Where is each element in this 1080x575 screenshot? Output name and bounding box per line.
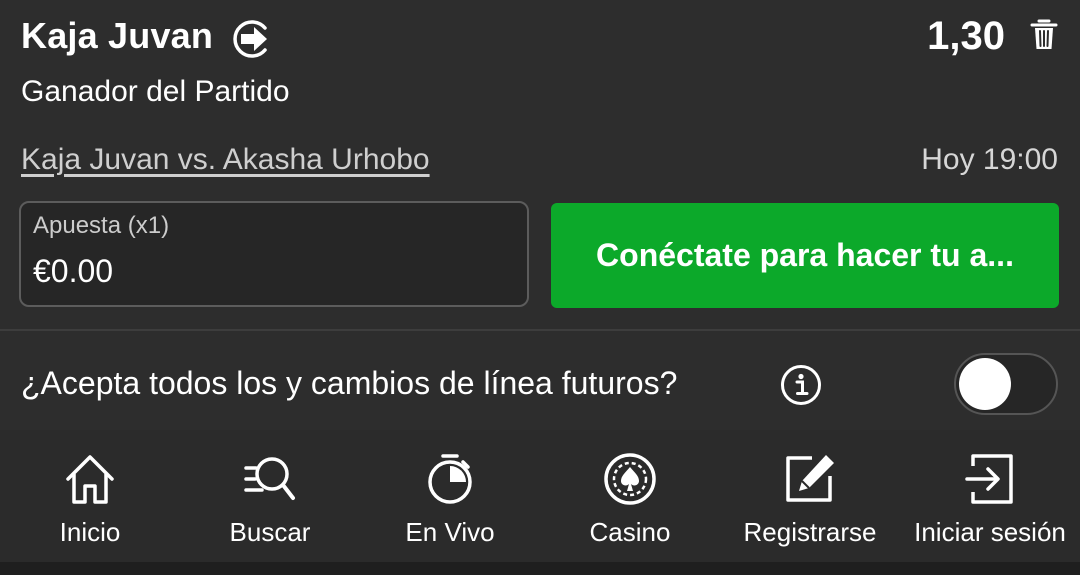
login-to-bet-label: Conéctate para hacer tu a... [596,237,1014,273]
accept-changes-toggle[interactable] [954,353,1058,415]
stopwatch-icon [428,454,472,504]
event-link[interactable]: Kaja Juvan vs. Akasha Urhobo [21,140,430,180]
system-bottom-bar [0,562,1080,575]
stake-value[interactable]: €0.00 [33,251,113,291]
nav-item-casino[interactable]: Casino [540,430,720,562]
nav-item-registrarse[interactable]: Registrarse [720,430,900,562]
nav-label-casino: Casino [589,517,671,547]
home-icon [66,455,114,504]
nav-item-en-vivo[interactable]: En Vivo [360,430,540,562]
selection-name: Kaja Juvan [21,15,214,56]
login-icon [965,454,1013,504]
nav-item-inicio[interactable]: Inicio [0,430,180,562]
casino-chip-icon [604,453,656,505]
search-icon [244,457,295,500]
stake-label: Apuesta (x1) [33,212,170,239]
accept-changes-label: ¿Acepta todos los y cambios de línea fut… [21,365,678,401]
login-to-bet-button[interactable]: Conéctate para hacer tu a... [551,203,1059,308]
stake-input[interactable]: Apuesta (x1) €0.00 [19,201,529,307]
nav-label-iniciar-sesion: Iniciar sesión [914,517,1066,547]
betslip-screen: Kaja Juvan 1,30 Ganador del Partido Kaja… [0,0,1080,575]
info-icon[interactable] [780,364,822,406]
selection-odds: 1,30 [927,14,1005,58]
event-time: Hoy 19:00 [921,143,1058,176]
toggle-knob [959,358,1011,410]
edit-icon [786,455,834,502]
accept-changes-row: ¿Acepta todos los y cambios de línea fut… [0,331,1080,430]
nav-label-buscar: Buscar [229,517,311,547]
nav-item-buscar[interactable]: Buscar [180,430,360,562]
nav-item-iniciar-sesion[interactable]: Iniciar sesión [900,430,1080,562]
market-name: Ganador del Partido [21,75,290,108]
arrow-right-circle-icon [233,20,267,58]
bottom-navigation: Inicio Buscar En Vivo Casino Registrarse… [0,430,1080,575]
bet-selection-card: Kaja Juvan 1,30 Ganador del Partido Kaja… [0,0,1080,330]
nav-label-inicio: Inicio [59,517,121,547]
nav-label-en-vivo: En Vivo [405,517,495,547]
trash-icon[interactable] [1030,18,1058,52]
nav-label-registrarse: Registrarse [743,517,877,547]
